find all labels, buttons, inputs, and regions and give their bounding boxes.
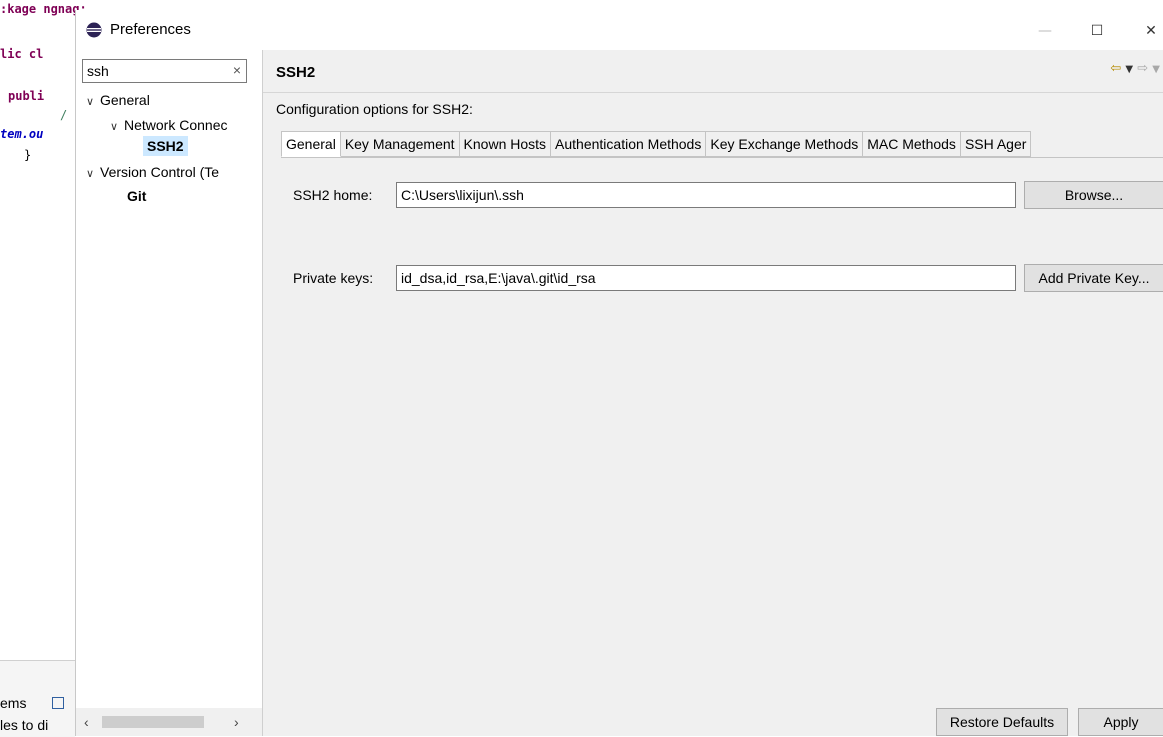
tree-item-label: Version Control (Te <box>100 164 220 180</box>
ssh2-home-label: SSH2 home: <box>293 187 373 203</box>
apply-button[interactable]: Apply <box>1078 708 1163 736</box>
tab-key-exchange-methods[interactable]: Key Exchange Methods <box>706 131 864 157</box>
tree-item-ssh2[interactable]: SSH2 <box>143 136 188 156</box>
code-line: } <box>24 148 32 162</box>
code-line: lic cl <box>0 47 44 61</box>
console-icon <box>52 697 64 709</box>
code-line: :kage ngnag; <box>0 2 87 16</box>
private-keys-field[interactable]: id_dsa,id_rsa,E:\java\.git\id_rsa <box>396 265 1016 291</box>
tree-item-network[interactable]: ∨ Network Connec <box>110 117 228 133</box>
back-arrow-icon[interactable]: ⇦ <box>1110 61 1121 76</box>
code-line: tem.ou <box>0 127 44 141</box>
tab-general[interactable]: General <box>281 131 341 157</box>
eclipse-icon <box>86 22 102 38</box>
scroll-right-icon[interactable]: › <box>234 714 239 730</box>
chevron-down-icon[interactable]: ∨ <box>110 120 124 133</box>
page-title: SSH2 <box>276 64 316 81</box>
preferences-dialog: Preferences — ☐ ✕ ssh × ∨ General ∨ Networ… <box>75 10 1163 736</box>
maximize-button[interactable]: ☐ <box>1074 16 1120 46</box>
general-tab-content: SSH2 home: C:\Users\lixijun\.ssh Browse.… <box>281 157 1163 678</box>
tab-known-hosts[interactable]: Known Hosts <box>459 131 552 157</box>
window-title: Preferences <box>110 21 191 38</box>
filter-input[interactable]: ssh × <box>82 59 247 83</box>
problems-tab-label[interactable]: ems <box>0 695 26 711</box>
tab-key-management[interactable]: Key Management <box>340 131 460 157</box>
close-button[interactable]: ✕ <box>1128 16 1163 46</box>
tree-item-label: Git <box>127 188 147 204</box>
page-navigation: ⇦ ▼ ⇨ ▼ <box>1110 61 1160 76</box>
tree-item-label: General <box>100 92 150 108</box>
tab-authentication-methods[interactable]: Authentication Methods <box>551 131 707 157</box>
add-private-key-button[interactable]: Add Private Key... <box>1024 264 1163 292</box>
tab-ssh-agent[interactable]: SSH Ager <box>960 131 1032 157</box>
tab-bar: General Key Management Known Hosts Authe… <box>281 131 1032 157</box>
background-bottom-panel: ems les to di <box>0 660 75 737</box>
private-keys-label: Private keys: <box>293 270 374 286</box>
chevron-down-icon[interactable]: ∨ <box>86 167 100 180</box>
tree-item-version-control[interactable]: ∨ Version Control (Te <box>86 164 219 180</box>
back-menu-icon[interactable]: ▼ <box>1125 64 1133 75</box>
forward-menu-icon[interactable]: ▼ <box>1152 64 1160 75</box>
chevron-down-icon[interactable]: ∨ <box>86 95 100 108</box>
preference-page: SSH2 ⇦ ▼ ⇨ ▼ Configuration options for S… <box>263 50 1163 736</box>
tree-item-label: SSH2 <box>143 136 188 156</box>
tree-item-git[interactable]: Git <box>127 188 146 204</box>
browse-button[interactable]: Browse... <box>1024 181 1163 209</box>
problems-text: les to di <box>0 717 49 733</box>
ssh2-home-field[interactable]: C:\Users\lixijun\.ssh <box>396 182 1016 208</box>
tab-mac-methods[interactable]: MAC Methods <box>863 131 961 157</box>
clear-filter-icon[interactable]: × <box>233 62 241 78</box>
scrollbar-thumb[interactable] <box>102 716 204 728</box>
restore-defaults-button[interactable]: Restore Defaults <box>936 708 1068 736</box>
background-editor: :kage ngnag; lic cl publi / tem.ou } <box>0 0 87 736</box>
page-description: Configuration options for SSH2: <box>276 101 473 117</box>
scroll-left-icon[interactable]: ‹ <box>84 714 89 730</box>
code-line: publi <box>8 89 45 103</box>
filter-input-value[interactable]: ssh <box>87 63 109 79</box>
tree-item-general[interactable]: ∨ General <box>86 92 150 108</box>
preferences-tree-pane: ssh × ∨ General ∨ Network Connec SSH2 ∨ Ver… <box>76 50 263 736</box>
title-bar[interactable]: Preferences — ☐ ✕ <box>76 10 1163 50</box>
minimize-button[interactable]: — <box>1022 16 1068 46</box>
horizontal-scrollbar[interactable]: ‹ › <box>76 708 262 736</box>
header-separator <box>263 92 1163 93</box>
tree-item-label: Network Connec <box>124 117 228 133</box>
forward-arrow-icon[interactable]: ⇨ <box>1137 61 1148 76</box>
code-line: / <box>60 108 68 122</box>
